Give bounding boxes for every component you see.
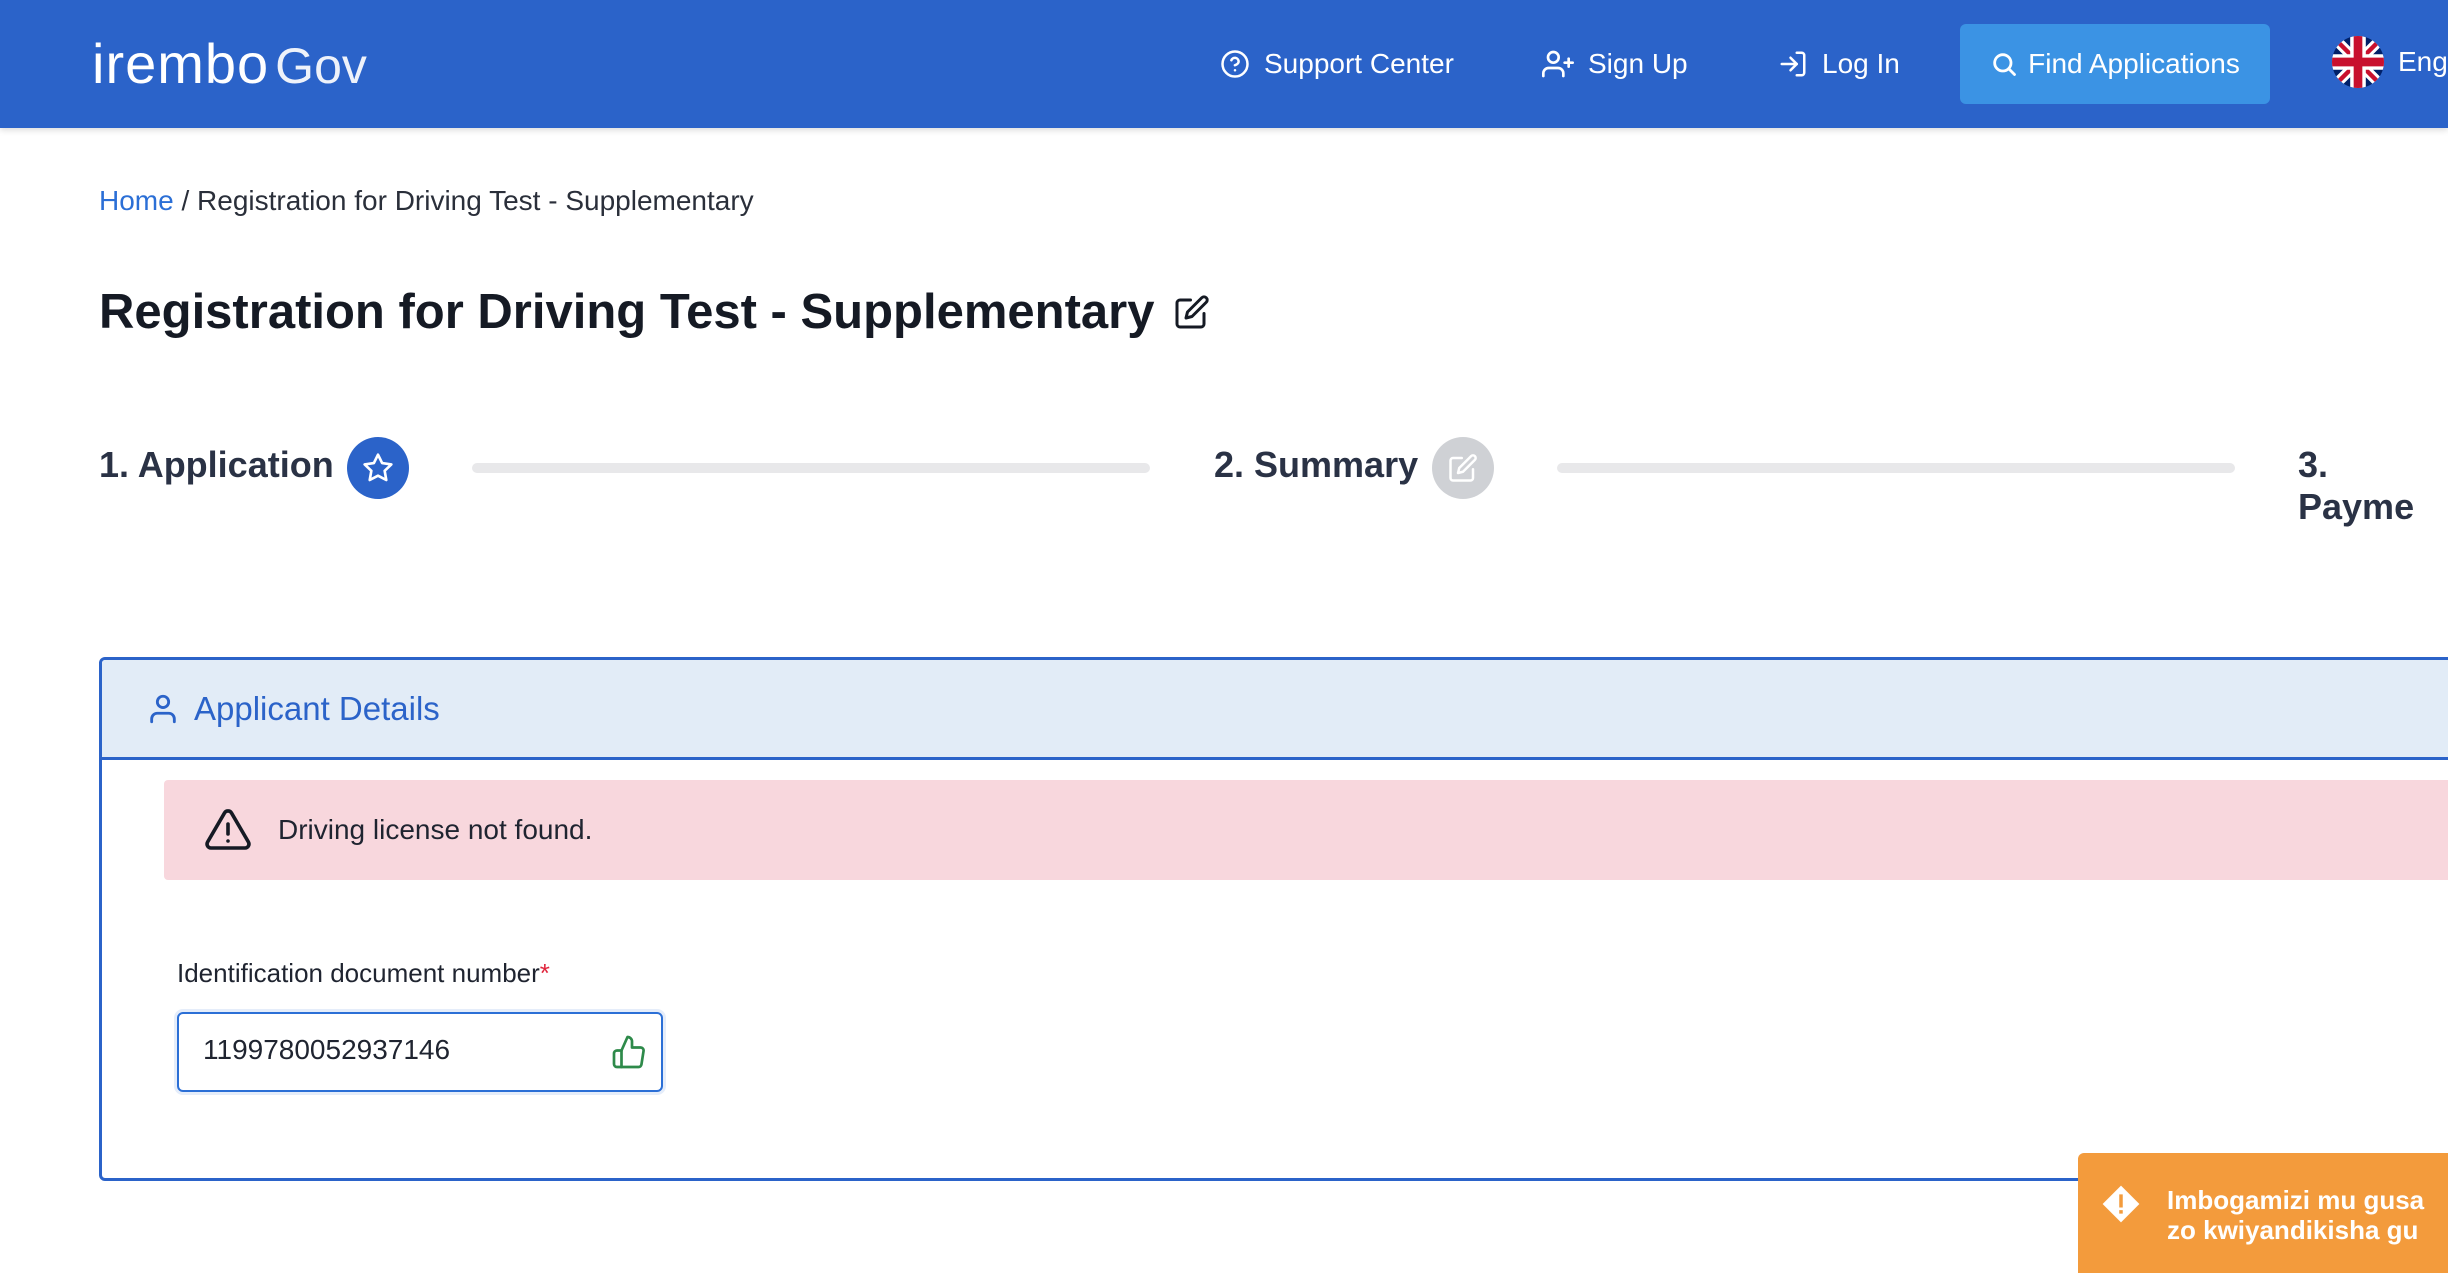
user-plus-icon <box>1542 50 1574 78</box>
sign-up-label: Sign Up <box>1588 48 1688 79</box>
breadcrumb-current: Registration for Driving Test - Suppleme… <box>197 185 754 216</box>
log-in-link[interactable]: Log In <box>1778 0 1900 128</box>
log-in-icon <box>1780 51 1806 77</box>
language-selector[interactable]: Eng <box>2332 36 2448 88</box>
log-in-label: Log In <box>1822 48 1900 79</box>
help-circle-icon <box>1221 50 1249 78</box>
edit-square-icon <box>1449 454 1477 482</box>
step-application-indicator <box>347 437 409 499</box>
id-number-label: Identification document number* <box>177 958 550 989</box>
toast-line-1: Imbogamizi mu gusa <box>2167 1185 2425 1215</box>
step-summary-indicator <box>1432 437 1494 499</box>
logo-gov-text: Gov <box>275 38 367 94</box>
logo-main-text: irembo <box>92 32 270 95</box>
alert-message: Driving license not found. <box>278 814 593 845</box>
step-payment-label: 3. Payme <box>2298 444 2415 527</box>
panel-header: Applicant Details <box>102 660 2448 760</box>
id-number-input[interactable]: 1199780052937146 <box>177 1012 663 1092</box>
language-label: Eng <box>2398 46 2448 77</box>
find-applications-label: Find Applications <box>2028 48 2240 79</box>
irembo-logo[interactable]: irembo Gov <box>92 32 367 95</box>
support-center-link[interactable]: Support Center <box>1220 0 1454 128</box>
breadcrumb: Home / Registration for Driving Test - S… <box>99 185 754 217</box>
toast-line-2: zo kwiyandikisha gu <box>2167 1215 2419 1245</box>
required-asterisk: * <box>539 958 550 988</box>
error-alert: Driving license not found. <box>164 780 2448 880</box>
user-icon <box>150 694 176 723</box>
top-navbar: irembo Gov Support Center Sign Up Log In… <box>0 0 2448 128</box>
breadcrumb-separator: / <box>173 185 198 216</box>
page-title-text: Registration for Driving Test - Suppleme… <box>99 285 1155 339</box>
thumbs-up-icon <box>612 1035 645 1069</box>
step-connector-2 <box>1557 463 2235 473</box>
id-number-label-text: Identification document number <box>177 958 540 988</box>
sign-up-link[interactable]: Sign Up <box>1542 0 1688 128</box>
find-applications-button[interactable]: Find Applications <box>1960 24 2270 104</box>
breadcrumb-home-link[interactable]: Home <box>99 185 174 216</box>
step-connector-1 <box>472 463 1150 473</box>
edit-icon[interactable] <box>1174 294 1210 330</box>
alert-diamond-icon <box>2102 1185 2140 1223</box>
step-application-label: 1. Application <box>99 444 334 485</box>
uk-flag-icon <box>2332 36 2384 88</box>
id-number-value: 1199780052937146 <box>203 1034 451 1065</box>
warning-triangle-icon <box>205 809 251 850</box>
panel-title: Applicant Details <box>194 689 440 727</box>
toast-message: Imbogamizi mu gusa zo kwiyandikisha gu <box>2167 1185 2424 1245</box>
star-icon <box>363 453 393 482</box>
step-summary-label: 2. Summary <box>1214 444 1419 485</box>
search-icon <box>1993 53 2017 76</box>
notification-toast[interactable]: Imbogamizi mu gusa zo kwiyandikisha gu <box>2078 1153 2448 1273</box>
applicant-details-panel: Applicant Details Driving license not fo… <box>99 657 2448 1181</box>
page-title: Registration for Driving Test - Suppleme… <box>99 284 1210 340</box>
support-center-label: Support Center <box>1264 48 1454 79</box>
